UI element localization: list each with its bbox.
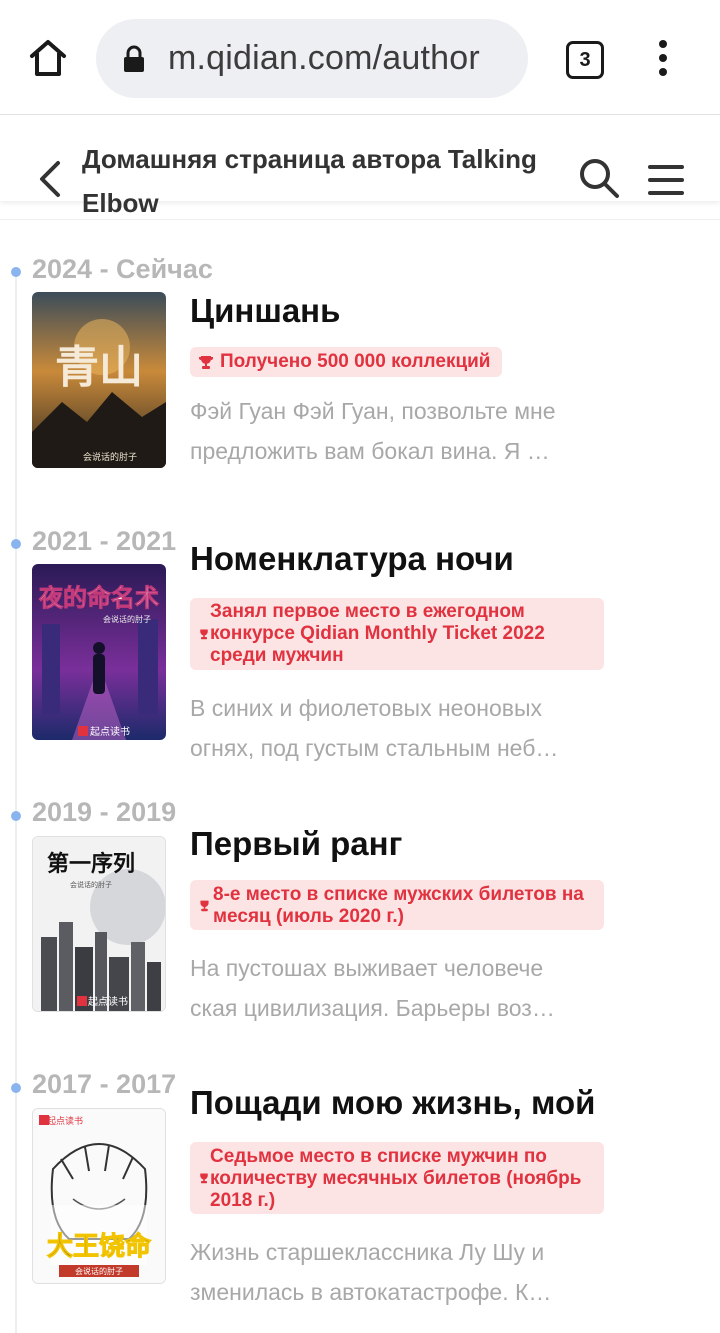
book-years: 2017 - 2017 bbox=[32, 1069, 177, 1099]
award-badge: 8-е место в списке мужских билетов на ме… bbox=[190, 880, 604, 930]
browser-toolbar: m.qidian.com/author 3 bbox=[0, 0, 720, 115]
timeline-dot bbox=[11, 1083, 21, 1093]
timeline-line bbox=[15, 272, 17, 1333]
cover-author: 会说话的肘子 bbox=[103, 614, 151, 624]
chevron-left-icon[interactable] bbox=[36, 159, 64, 199]
cover-title: 大王饶命 bbox=[47, 1231, 152, 1262]
more-options-icon[interactable] bbox=[650, 40, 676, 80]
home-icon[interactable] bbox=[26, 36, 70, 80]
timeline-dot bbox=[11, 811, 21, 821]
cover-title: 第一序列 bbox=[47, 851, 135, 877]
book-description: В синих и фиолетовых неоновых огнях, под… bbox=[190, 695, 559, 761]
book-years: 2021 - 2021 bbox=[32, 526, 177, 556]
cover-title: 夜的命名术 bbox=[38, 584, 159, 612]
award-badge: Седьмое место в списке мужчин по количес… bbox=[190, 1142, 604, 1214]
timeline-dot bbox=[11, 539, 21, 549]
cover-author: 会说话的肘子 bbox=[70, 880, 112, 889]
trophy-icon bbox=[200, 629, 208, 640]
book-cover[interactable]: 夜的命名术 会说话的肘子 起点读书 bbox=[32, 564, 166, 740]
book-years: 2019 - 2019 bbox=[32, 797, 177, 827]
header-divider bbox=[0, 219, 720, 220]
book-cover[interactable]: 第一序列 会说话的肘子 起点读书 bbox=[32, 836, 166, 1012]
award-text: Занял первое место в ежегодном конкурсе … bbox=[210, 601, 545, 666]
url-bar[interactable]: m.qidian.com/author bbox=[96, 19, 528, 98]
book-title[interactable]: Первый ранг bbox=[190, 825, 402, 863]
cover-brand: 起点读书 bbox=[47, 1115, 83, 1127]
tab-switcher-button[interactable]: 3 bbox=[566, 41, 604, 79]
page-header: Домашняя страница автора Talking Elbow bbox=[0, 115, 720, 218]
page-title: Домашняя страница автора Talking Elbow bbox=[82, 144, 537, 218]
trophy-icon bbox=[199, 356, 213, 369]
book-title[interactable]: Пощади мою жизнь, мой bbox=[190, 1084, 595, 1122]
book-description: На пустошах выживает человече ская цивил… bbox=[190, 955, 555, 1021]
award-badge: Получено 500 000 коллекций bbox=[190, 347, 502, 377]
cover-author: 会说话的肘子 bbox=[75, 1266, 123, 1276]
award-badge: Занял первое место в ежегодном конкурсе … bbox=[190, 598, 604, 670]
cover-author: 会说话的肘子 bbox=[83, 451, 137, 463]
award-text: 8-е место в списке мужских билетов на ме… bbox=[213, 884, 584, 927]
book-years: 2024 - Сейчас bbox=[32, 254, 213, 284]
cover-brand: 起点读书 bbox=[90, 725, 130, 738]
hamburger-menu-icon[interactable] bbox=[648, 165, 684, 195]
trophy-icon bbox=[200, 1173, 208, 1184]
book-description: Фэй Гуан Фэй Гуан, позвольте мне предлож… bbox=[190, 398, 556, 464]
book-title[interactable]: Циншань bbox=[190, 292, 340, 330]
timeline-dot bbox=[11, 267, 21, 277]
search-icon[interactable] bbox=[578, 157, 620, 199]
url-text: m.qidian.com/author bbox=[168, 39, 480, 77]
award-text: Получено 500 000 коллекций bbox=[220, 351, 491, 372]
lock-icon bbox=[124, 45, 144, 72]
cover-brand: 起点读书 bbox=[88, 995, 128, 1008]
award-text: Седьмое место в списке мужчин по количес… bbox=[210, 1146, 582, 1211]
book-cover[interactable]: 起点读书 大王饶命 会说话的肘子 bbox=[32, 1108, 166, 1284]
trophy-icon bbox=[200, 900, 209, 912]
book-description: Жизнь старшеклассника Лу Шу и зменилась … bbox=[190, 1239, 552, 1305]
book-title[interactable]: Номенклатура ночи bbox=[190, 540, 514, 578]
cover-title: 青山 bbox=[55, 342, 143, 393]
book-cover[interactable]: 青山 会说话的肘子 bbox=[32, 292, 166, 468]
